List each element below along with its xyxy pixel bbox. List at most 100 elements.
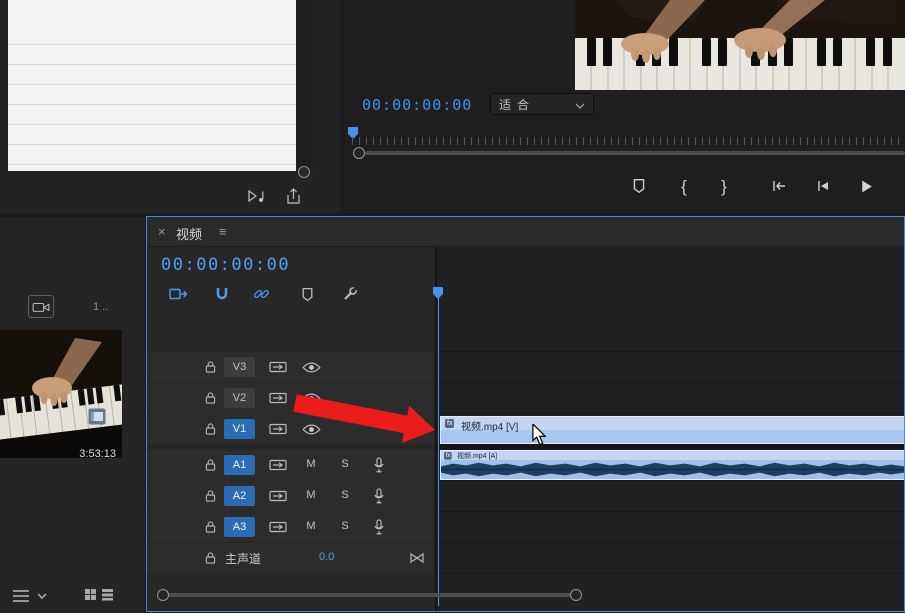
zoom-scrollbar-bar[interactable] — [365, 151, 905, 155]
linked-selection-button[interactable] — [250, 283, 272, 305]
panel-scrollbar-knob[interactable] — [298, 166, 310, 178]
linked-selection-icon — [253, 286, 270, 302]
timeline-scrollbar-left-knob[interactable] — [157, 589, 169, 601]
clip-duration: 3:53:13 — [68, 448, 116, 460]
track-header-a2[interactable]: A2 M S — [147, 481, 434, 511]
track-header-master[interactable]: 主声道 0.0 — [147, 543, 434, 573]
timeline-settings-button[interactable] — [339, 283, 361, 305]
audio-clip[interactable]: fx 视频.mp4 [A] — [440, 450, 905, 480]
track-target-a3[interactable]: A3 — [224, 517, 255, 537]
export-button[interactable] — [282, 185, 304, 207]
list-row — [8, 65, 296, 85]
mute-button[interactable]: M — [304, 458, 318, 470]
program-monitor: 00:00:00:00 适合 { } — [340, 0, 905, 213]
mic-icon[interactable] — [373, 457, 385, 473]
zoom-fit-select[interactable]: 适合 — [490, 93, 594, 115]
icon-view-icon — [101, 588, 114, 601]
mic-icon[interactable] — [373, 519, 385, 535]
export-icon — [283, 187, 303, 205]
mute-button[interactable]: M — [304, 489, 318, 501]
nest-toggle-button[interactable] — [167, 283, 189, 305]
track-target-v2[interactable]: V2 — [224, 388, 255, 408]
solo-button[interactable]: S — [338, 489, 352, 501]
project-panel: 1 .. — [0, 217, 145, 613]
go-to-in-icon — [770, 178, 788, 194]
timeline-scrollbar-right-knob[interactable] — [570, 589, 582, 601]
track-header-a3[interactable]: A3 M S — [147, 512, 434, 542]
camera-icon — [32, 300, 50, 314]
timeline-tab-bar: × 视频 ≡ — [147, 217, 904, 247]
panel-menu-button[interactable] — [10, 586, 48, 611]
audio-clip-header — [441, 451, 904, 460]
program-timecode: 00:00:00:00 — [362, 96, 472, 114]
item-count: 1 .. — [93, 301, 108, 313]
pan-icon[interactable] — [409, 552, 425, 564]
list-row — [8, 125, 296, 145]
mark-out-icon: } — [721, 177, 727, 197]
play-note-icon — [246, 187, 266, 205]
thumbnail-badge-icon[interactable] — [88, 408, 106, 425]
add-marker-button[interactable] — [628, 175, 650, 197]
camera-button[interactable] — [28, 295, 54, 318]
timeline-timecode[interactable]: 00:00:00:00 — [161, 255, 290, 275]
track-area[interactable]: fx 视频.mp4 [V] fx 视频.mp4 [A] — [437, 247, 905, 611]
track-header-a1[interactable]: A1 M S — [147, 450, 434, 480]
list-view-icon — [84, 588, 97, 601]
close-icon[interactable]: × — [158, 224, 166, 239]
solo-button[interactable]: S — [338, 458, 352, 470]
mute-button[interactable]: M — [304, 520, 318, 532]
lock-icon[interactable] — [205, 360, 216, 374]
timeline-tab-title[interactable]: 视频 — [176, 224, 202, 243]
lock-icon[interactable] — [205, 422, 216, 436]
track-target-v1[interactable]: V1 — [224, 419, 255, 439]
list-view-button[interactable] — [84, 588, 97, 606]
panel-scrollbar[interactable] — [296, 0, 313, 171]
mic-icon[interactable] — [373, 488, 385, 504]
clip-thumbnail[interactable] — [0, 330, 122, 458]
program-ruler-ticks[interactable] — [352, 137, 905, 145]
add-marker-icon — [300, 287, 315, 302]
timeline-add-marker-button[interactable] — [296, 283, 318, 305]
track-target-a2[interactable]: A2 — [224, 486, 255, 506]
timeline-panel: × 视频 ≡ 00:00:00:00 — [146, 216, 905, 612]
sync-lock-icon[interactable] — [269, 490, 287, 502]
track-separator — [437, 480, 905, 481]
step-back-button[interactable] — [812, 175, 834, 197]
zoom-fit-value: 适合 — [499, 96, 535, 113]
sync-lock-icon[interactable] — [269, 521, 287, 533]
solo-button[interactable]: S — [338, 520, 352, 532]
track-separator — [437, 351, 905, 352]
mark-in-button[interactable]: { — [673, 176, 695, 198]
sync-lock-icon[interactable] — [269, 459, 287, 471]
sync-lock-icon[interactable] — [269, 361, 287, 373]
nest-icon — [169, 287, 187, 302]
lock-icon[interactable] — [205, 458, 216, 472]
video-clip[interactable]: fx 视频.mp4 [V] — [440, 416, 905, 444]
lock-icon[interactable] — [205, 551, 216, 565]
lock-icon[interactable] — [205, 520, 216, 534]
app-window: 00:00:00:00 适合 { } — [0, 0, 905, 613]
track-separator — [437, 413, 905, 414]
icon-view-button[interactable] — [101, 588, 114, 606]
snap-toggle-button[interactable] — [211, 283, 233, 305]
eye-icon[interactable] — [302, 361, 321, 374]
track-target-a1[interactable]: A1 — [224, 455, 255, 475]
lock-icon[interactable] — [205, 391, 216, 405]
mark-out-button[interactable]: } — [713, 176, 735, 198]
list-row — [8, 145, 296, 165]
play-note-button[interactable] — [245, 185, 267, 207]
lock-icon[interactable] — [205, 489, 216, 503]
effects-list[interactable] — [8, 0, 296, 171]
play-button[interactable] — [855, 175, 877, 197]
timeline-scrollbar-bar[interactable] — [165, 593, 577, 597]
track-target-v3[interactable]: V3 — [224, 357, 255, 377]
panel-menu-icon[interactable]: ≡ — [219, 224, 227, 239]
track-separator — [437, 573, 905, 574]
track-separator — [437, 511, 905, 512]
zoom-scrollbar-left-knob[interactable] — [353, 147, 365, 159]
go-to-in-button[interactable] — [768, 175, 790, 197]
master-level-value[interactable]: 0.0 — [319, 551, 334, 563]
track-separator — [437, 382, 905, 383]
annotation-arrow — [285, 378, 450, 453]
timeline-settings-wrench-icon — [342, 286, 358, 302]
